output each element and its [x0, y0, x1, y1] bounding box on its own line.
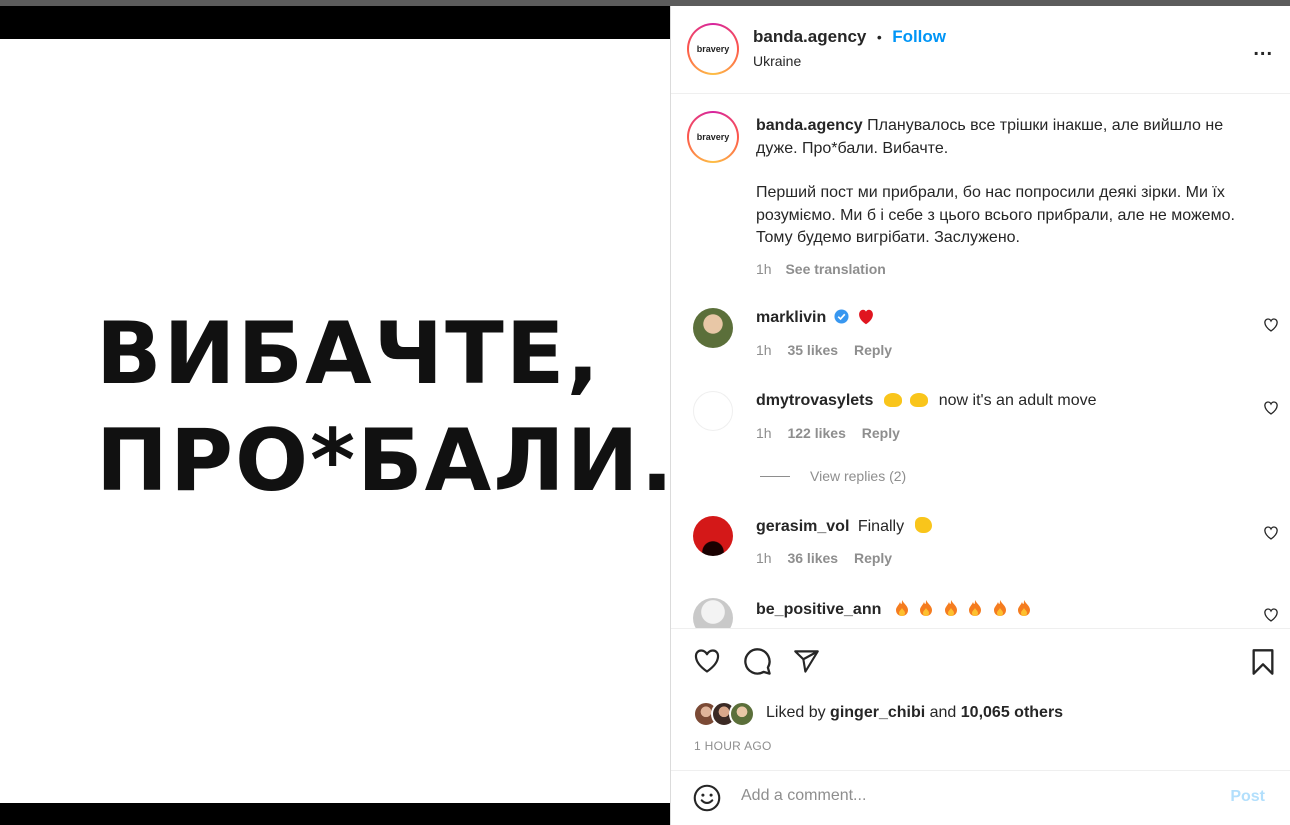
comment-time: 1h [756, 425, 772, 441]
emoji-smiley-icon[interactable] [693, 784, 721, 812]
post-image-text: ВИБАЧТЕ, ПРО*БАЛИ. [96, 301, 675, 515]
comment-username[interactable]: gerasim_vol [756, 518, 849, 535]
comment-likes[interactable]: 122 likes [787, 425, 845, 441]
comment-avatar[interactable] [693, 308, 733, 348]
separator-dot: • [876, 29, 882, 45]
comment-time: 1h [756, 342, 772, 358]
save-bookmark-icon[interactable] [1251, 648, 1275, 676]
like-comment-heart-icon[interactable] [1263, 317, 1279, 333]
fire-emoji-icon [993, 600, 1006, 616]
liked-avatar [729, 701, 755, 727]
avatar-logo-text: bravery [689, 25, 737, 73]
comment-avatar[interactable] [693, 391, 733, 431]
fire-emoji-icon [895, 600, 908, 616]
liked-by-user[interactable]: ginger_chibi [830, 704, 925, 721]
reply-button[interactable]: Reply [854, 550, 892, 566]
liked-by-and: and [929, 704, 957, 721]
comment-avatar[interactable] [693, 516, 733, 556]
follow-button[interactable]: Follow [892, 27, 946, 46]
comment-1: marklivin [756, 309, 875, 327]
caption-time: 1h [756, 260, 772, 277]
fire-emojis [890, 600, 1032, 618]
like-comment-heart-icon[interactable] [1263, 525, 1279, 541]
post-image: ВИБАЧТЕ, ПРО*БАЛИ. [0, 6, 673, 825]
fire-emoji-icon [969, 600, 982, 616]
view-replies-button[interactable]: View replies (2) [810, 468, 906, 484]
like-heart-icon[interactable] [692, 647, 722, 675]
comment-3-meta: 1h 36 likes Reply [756, 550, 904, 566]
caption-avatar-logo-text: bravery [689, 113, 737, 161]
author-username[interactable]: banda.agency [753, 27, 866, 46]
post-header: bravery banda.agency • Follow Ukraine ..… [671, 6, 1290, 94]
verified-badge-icon [834, 309, 849, 324]
post-sidebar: bravery banda.agency • Follow Ukraine ..… [670, 6, 1290, 825]
post-comment-button[interactable]: Post [1230, 788, 1265, 806]
comment-username[interactable]: marklivin [756, 309, 826, 326]
liked-by-others[interactable]: 10,065 others [961, 704, 1063, 721]
view-replies-line [760, 476, 790, 477]
letterbox-bottom [0, 803, 670, 825]
post-caption: banda.agency Планувалось все трішки інак… [756, 115, 1266, 280]
red-heart-emoji-icon [859, 309, 874, 325]
post-image-line-1: ВИБАЧТЕ, [96, 304, 602, 404]
add-comment-input[interactable] [741, 787, 1211, 805]
comment-2: dmytrovasylets now it's an adult move [756, 392, 1097, 410]
comment-avatar[interactable] [693, 598, 733, 628]
fire-emoji-icon [920, 600, 933, 616]
handshake-emoji-icon [883, 393, 902, 407]
caption-username[interactable]: banda.agency [756, 117, 863, 134]
comment-text: now it's an adult move [938, 392, 1097, 409]
handshake-emoji-icon [910, 393, 929, 407]
letterbox-top [0, 6, 670, 39]
comment-username[interactable]: be_positive_ann [756, 601, 881, 618]
add-comment-bar: Post [671, 770, 1290, 825]
reply-button[interactable]: Reply [862, 425, 900, 441]
like-comment-heart-icon[interactable] [1263, 400, 1279, 416]
post-timestamp[interactable]: 1 HOUR AGO [694, 739, 772, 753]
fire-emoji-icon [944, 600, 957, 616]
comment-4: be_positive_ann [756, 599, 1032, 619]
post-image-line-2: ПРО*БАЛИ. [96, 411, 676, 511]
comment-text: Finally [857, 518, 905, 535]
reply-button[interactable]: Reply [854, 342, 892, 358]
caption-text-2: Перший пост ми прибрали, бо нас попросил… [756, 184, 1235, 246]
comment-2-meta: 1h 122 likes Reply [756, 425, 912, 441]
comment-3: gerasim_vol Finally [756, 517, 932, 536]
see-translation-button[interactable]: See translation [785, 261, 885, 277]
comments-list[interactable]: bravery banda.agency Планувалось все трі… [671, 95, 1290, 628]
caption-avatar[interactable]: bravery [687, 111, 739, 163]
clapping-hands-emoji-icon [914, 517, 932, 533]
liked-by-text: Liked by ginger_chibi and 10,065 others [766, 704, 1063, 722]
comment-bubble-icon[interactable] [743, 647, 772, 676]
liked-by-avatars[interactable] [693, 701, 763, 727]
post-location[interactable]: Ukraine [753, 53, 801, 69]
fire-emoji-icon [1018, 600, 1031, 616]
share-paper-plane-icon[interactable] [792, 648, 821, 675]
more-options-icon[interactable]: ... [1253, 38, 1273, 61]
author-avatar[interactable]: bravery [687, 23, 739, 75]
comment-likes[interactable]: 35 likes [787, 342, 838, 358]
comment-username[interactable]: dmytrovasylets [756, 392, 873, 409]
comment-likes[interactable]: 36 likes [787, 550, 838, 566]
comment-1-meta: 1h 35 likes Reply [756, 342, 904, 358]
post-actions: Liked by ginger_chibi and 10,065 others … [671, 628, 1290, 768]
liked-by-prefix: Liked by [766, 704, 826, 721]
comment-time: 1h [756, 550, 772, 566]
like-comment-heart-icon[interactable] [1263, 607, 1279, 623]
